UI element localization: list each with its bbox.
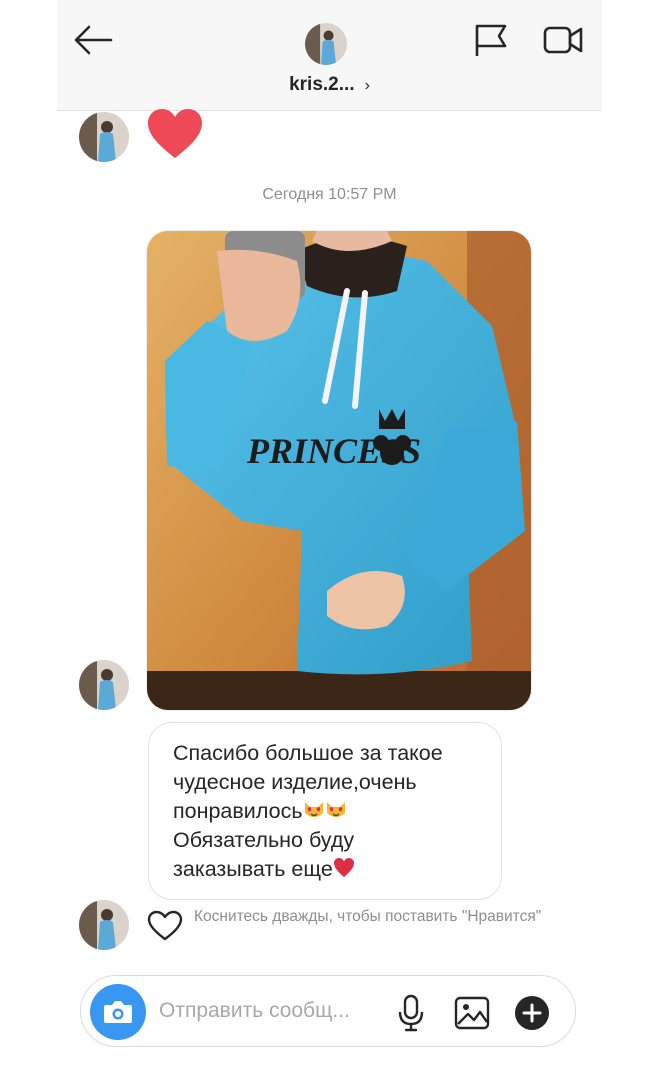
video-camera-icon <box>543 26 583 54</box>
more-options-button[interactable] <box>515 996 549 1030</box>
message-line: Спасибо большое за такое <box>173 741 443 765</box>
like-button[interactable] <box>147 910 183 942</box>
plus-icon <box>522 1003 542 1023</box>
message-line: заказывать еще <box>173 857 333 881</box>
red-heart-icon <box>148 109 202 158</box>
message-line: понравилось <box>173 799 303 823</box>
double-tap-like-hint: Коснитесь дважды, чтобы поставить "Нрави… <box>194 908 542 925</box>
sender-avatar[interactable] <box>79 900 129 950</box>
username: kris.2... <box>289 74 355 95</box>
message-input[interactable] <box>159 996 387 1026</box>
message-line: Обязательно буду <box>173 828 355 852</box>
microphone-icon <box>398 994 424 1032</box>
video-call-button[interactable] <box>542 22 586 58</box>
sender-avatar[interactable] <box>79 112 129 162</box>
sender-avatar[interactable] <box>79 660 129 710</box>
voice-message-button[interactable] <box>397 994 425 1032</box>
chat-header: kris.2... › <box>57 0 602 111</box>
chevron-right-icon: › <box>364 77 370 94</box>
gallery-button[interactable] <box>454 996 490 1030</box>
report-flag-button[interactable] <box>471 22 511 58</box>
username-link[interactable]: kris.2... › <box>57 74 602 96</box>
timestamp: Сегодня 10:57 PM <box>262 186 397 203</box>
heart-eyes-cat-emoji <box>326 802 345 817</box>
heart-outline-icon <box>147 910 183 941</box>
heart-message[interactable] <box>147 108 203 160</box>
text-message-bubble[interactable]: Спасибо большое за такое чудесное издели… <box>148 722 502 900</box>
heart-eyes-cat-emoji <box>304 802 323 817</box>
photo-message[interactable]: PRINCESS <box>146 230 532 711</box>
camera-button[interactable] <box>90 984 146 1040</box>
flag-icon <box>475 24 507 56</box>
red-heart-emoji <box>333 858 354 877</box>
message-composer <box>80 975 576 1047</box>
message-line-with-emoji: понравилось <box>173 797 481 826</box>
gallery-icon <box>454 996 490 1030</box>
back-arrow-icon <box>74 25 113 55</box>
message-line-with-emoji: заказывать еще <box>173 855 481 884</box>
back-button[interactable] <box>71 20 115 60</box>
camera-icon <box>104 1001 132 1023</box>
direct-message-screen: kris.2... › Сегодня 10:57 PM PRINCESS Сп… <box>57 0 602 1065</box>
message-line: чудесное изделие,очень <box>173 770 417 794</box>
header-avatar[interactable] <box>305 23 347 65</box>
hoodie-photo: PRINCESS <box>147 231 531 710</box>
